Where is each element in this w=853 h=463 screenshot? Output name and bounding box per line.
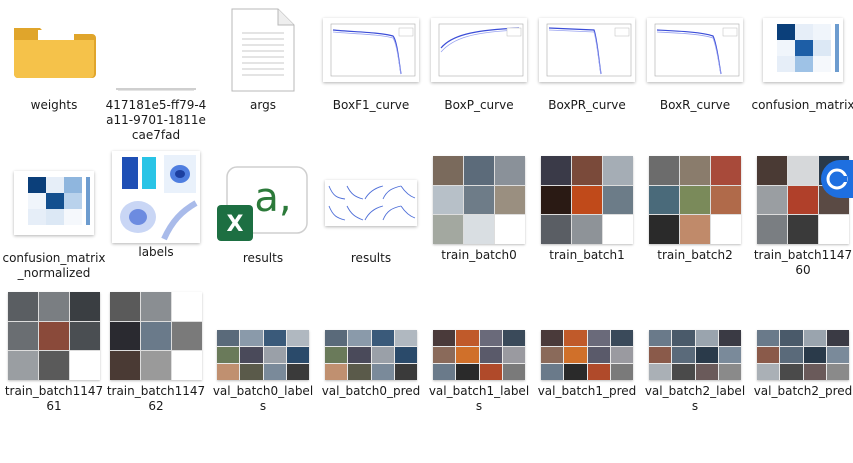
- batch-thumbnail: [425, 156, 533, 244]
- val-thumbnail: [749, 292, 853, 380]
- file-label: val_batch0_pred: [321, 384, 421, 398]
- file-label: args: [250, 98, 276, 112]
- file-weights[interactable]: weights: [0, 6, 108, 142]
- matrix-thumbnail: [0, 159, 108, 247]
- folder-icon: [0, 6, 108, 94]
- file-confusion-matrix[interactable]: confusion_matrix: [749, 6, 853, 142]
- file-train-batch0[interactable]: train_batch0: [425, 156, 533, 292]
- file-boxp-curve[interactable]: BoxP_curve: [425, 6, 533, 142]
- file-val-batch1-labels[interactable]: val_batch1_labels: [425, 292, 533, 428]
- file-label: BoxF1_curve: [332, 98, 410, 112]
- svg-text:X: X: [227, 212, 244, 237]
- file-train-batch2[interactable]: train_batch2: [641, 156, 749, 292]
- batch-thumbnail: [0, 292, 108, 380]
- file-label: train_batch114760: [753, 248, 853, 277]
- matrix-thumbnail: [749, 6, 853, 94]
- val-thumbnail: [317, 292, 425, 380]
- val-thumbnail: [209, 292, 317, 380]
- file-val-batch0-pred[interactable]: val_batch0_pred: [317, 292, 425, 428]
- document-icon: [209, 6, 317, 94]
- text-file-thumbnail: [102, 6, 210, 94]
- file-args[interactable]: args: [209, 6, 317, 142]
- file-label: results: [242, 251, 284, 265]
- file-label: val_batch0_labels: [212, 384, 314, 413]
- file-results-excel[interactable]: a, X results: [209, 159, 317, 295]
- file-label: train_batch114761: [4, 384, 104, 413]
- file-label: val_batch2_labels: [644, 384, 746, 413]
- file-boxpr-curve[interactable]: BoxPR_curve: [533, 6, 641, 142]
- file-confusion-matrix-normalized[interactable]: confusion_matrix_normalized: [0, 159, 108, 295]
- file-boxf1-curve[interactable]: BoxF1_curve: [317, 6, 425, 142]
- file-label: confusion_matrix: [751, 98, 853, 112]
- file-uuid[interactable]: 417181e5-ff79-4a11-9701-1811ecae7fad: [102, 6, 210, 142]
- file-boxr-curve[interactable]: BoxR_curve: [641, 6, 749, 142]
- file-label: BoxPR_curve: [548, 98, 626, 112]
- file-label: val_batch2_pred: [753, 384, 853, 398]
- curve-thumbnail: [425, 6, 533, 94]
- file-label: train_batch114762: [106, 384, 206, 413]
- file-val-batch2-labels[interactable]: val_batch2_labels: [641, 292, 749, 428]
- file-label: BoxP_curve: [444, 98, 514, 112]
- file-label: labels: [138, 245, 174, 259]
- edge-assistant-icon[interactable]: [821, 160, 853, 198]
- curve-thumbnail: [533, 6, 641, 94]
- curve-thumbnail: [317, 6, 425, 94]
- file-train-batch114762[interactable]: train_batch114762: [102, 292, 210, 428]
- batch-thumbnail: [102, 292, 210, 380]
- file-labels[interactable]: labels: [102, 151, 210, 289]
- batch-thumbnail: [533, 156, 641, 244]
- file-train-batch1[interactable]: train_batch1: [533, 156, 641, 292]
- file-label: results: [350, 251, 392, 265]
- file-label: val_batch1_pred: [537, 384, 637, 398]
- batch-thumbnail: [641, 156, 749, 244]
- file-label: 417181e5-ff79-4a11-9701-1811ecae7fad: [105, 98, 207, 142]
- file-val-batch0-labels[interactable]: val_batch0_labels: [209, 292, 317, 428]
- excel-icon: a, X: [209, 159, 317, 247]
- file-label: weights: [30, 98, 78, 112]
- file-train-batch114761[interactable]: train_batch114761: [0, 292, 108, 428]
- val-thumbnail: [641, 292, 749, 380]
- val-thumbnail: [533, 292, 641, 380]
- results-thumbnail: [317, 159, 425, 247]
- curve-thumbnail: [641, 6, 749, 94]
- labels-thumbnail: [102, 151, 210, 243]
- file-val-batch2-pred[interactable]: val_batch2_pred: [749, 292, 853, 428]
- file-label: confusion_matrix_normalized: [2, 251, 106, 280]
- file-label: val_batch1_labels: [428, 384, 530, 413]
- file-label: train_batch0: [441, 248, 517, 262]
- file-label: BoxR_curve: [659, 98, 731, 112]
- file-val-batch1-pred[interactable]: val_batch1_pred: [533, 292, 641, 428]
- svg-text:a,: a,: [254, 175, 291, 221]
- file-label: train_batch1: [549, 248, 625, 262]
- val-thumbnail: [425, 292, 533, 380]
- file-label: train_batch2: [657, 248, 733, 262]
- file-results-image[interactable]: results: [317, 159, 425, 295]
